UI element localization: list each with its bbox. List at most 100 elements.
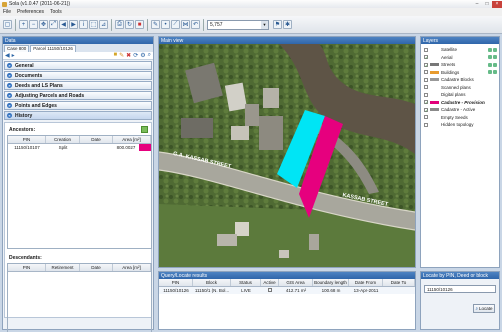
style-layer-icon[interactable] (493, 47, 497, 52)
edit-layer-icon[interactable] (488, 70, 492, 75)
locate-input[interactable]: 11150/10126 (424, 285, 496, 293)
pan-icon[interactable]: ✥ (39, 20, 48, 29)
column-header[interactable]: Date From (349, 279, 383, 286)
layer-item[interactable]: ✓ Cadastre - Active (421, 106, 499, 114)
edit-icon[interactable]: ✎ (119, 52, 124, 59)
column-header[interactable]: Date (80, 136, 113, 143)
layer-checkbox[interactable]: ✓ (424, 62, 428, 67)
section-points[interactable]: » Points and Edges (4, 101, 152, 110)
layer-checkbox[interactable] (424, 70, 428, 75)
tab-parcel[interactable]: Parcel 11150/10126 (30, 45, 76, 52)
chevron-down-icon[interactable]: ▼ (261, 20, 268, 29)
add-ancestor-icon[interactable] (141, 126, 148, 133)
maximize-button[interactable]: □ (482, 1, 492, 8)
map-canvas[interactable]: G.A. KASSAB STREET KASSAB STREET (159, 44, 415, 267)
identify-icon[interactable]: i (79, 20, 88, 29)
merge-icon[interactable]: ⋈ (181, 20, 190, 29)
tab-case[interactable]: Case 800 (4, 45, 30, 52)
section-deeds[interactable]: » Deeds and LS Plans (4, 81, 152, 90)
forward-icon[interactable]: ▸ (12, 52, 15, 59)
scale-select[interactable]: 5,757 ▼ (207, 19, 269, 30)
column-header[interactable]: Date To (383, 279, 415, 286)
column-header[interactable]: Boundary length (313, 279, 349, 286)
search-icon[interactable]: ⌕ (148, 52, 151, 59)
layer-checkbox[interactable] (424, 77, 428, 82)
layers-tool-icon[interactable]: ⚑ (273, 20, 282, 29)
column-header[interactable]: Creation (46, 136, 80, 143)
add-point-icon[interactable]: • (161, 20, 170, 29)
undo-icon[interactable]: ↶ (191, 20, 200, 29)
folder-icon[interactable]: ■ (114, 52, 118, 59)
style-layer-icon[interactable] (493, 62, 497, 67)
close-button[interactable]: × (492, 0, 502, 8)
locate-button[interactable]: ⌕ Locate (473, 304, 495, 313)
edit-layer-icon[interactable] (488, 62, 492, 67)
layer-item[interactable]: Scanned plans (421, 84, 499, 92)
layer-item[interactable]: Empty Seeds (421, 114, 499, 122)
layer-item[interactable]: Digital plans (421, 91, 499, 99)
settings-icon[interactable]: ⚙ (140, 52, 145, 59)
column-header[interactable]: PIN (8, 136, 46, 143)
refresh-icon[interactable]: ↻ (125, 20, 134, 29)
layer-checkbox[interactable] (424, 92, 428, 97)
column-header[interactable]: Area [m²] (113, 264, 151, 271)
table-row[interactable]: 11150/10126 11150/1 (N. Bol... LIVE 412.… (159, 287, 415, 294)
column-header[interactable]: Retirement (46, 264, 80, 271)
layer-item[interactable]: ✓ Cadastre - Provisional (421, 99, 499, 107)
layer-checkbox[interactable]: ✓ (424, 55, 428, 60)
menu-tools[interactable]: Tools (50, 9, 62, 15)
column-header[interactable]: Block (193, 279, 231, 286)
layer-item[interactable]: Cadastre Blocks (421, 76, 499, 84)
section-general[interactable]: » General (4, 61, 152, 70)
section-history[interactable]: «History (4, 111, 152, 120)
settings-tool-icon[interactable]: ✱ (283, 20, 292, 29)
column-header[interactable]: PIN (8, 264, 46, 271)
query-header: Query/Locate results (159, 272, 415, 279)
layer-checkbox[interactable] (424, 85, 428, 90)
section-label: General (15, 62, 34, 69)
column-header[interactable]: Status (231, 279, 261, 286)
zoom-next-icon[interactable]: ▶ (69, 20, 78, 29)
layer-checkbox[interactable] (424, 122, 428, 127)
column-header[interactable]: Date (80, 264, 113, 271)
zoom-previous-icon[interactable]: ◀ (59, 20, 68, 29)
layer-item[interactable]: Buildings (421, 69, 499, 77)
style-layer-icon[interactable] (493, 55, 497, 60)
column-header[interactable]: PIN (159, 279, 193, 286)
menu-file[interactable]: File (3, 9, 11, 15)
print-icon[interactable]: ⎙ (115, 20, 124, 29)
active-checkbox[interactable] (261, 287, 279, 294)
delete-icon[interactable]: ✖ (126, 52, 131, 59)
layer-item[interactable]: Satellite (421, 46, 499, 54)
refresh-icon[interactable]: ⟳ (133, 52, 138, 59)
edit-layer-icon[interactable] (488, 55, 492, 60)
locate-header: Locate by PIN, Deed or block (421, 272, 499, 279)
zoom-out-icon[interactable]: − (29, 20, 38, 29)
menu-preferences[interactable]: Preferences (17, 9, 44, 15)
column-header[interactable]: Active (261, 279, 279, 286)
edit-vertex-icon[interactable]: ✎ (151, 20, 160, 29)
split-icon[interactable]: ⟋ (171, 20, 180, 29)
layer-checkbox[interactable] (424, 47, 428, 52)
section-adjusting[interactable]: » Adjusting Parcels and Roads (4, 91, 152, 100)
layer-checkbox[interactable] (424, 115, 428, 120)
zoom-extent-icon[interactable]: ⤢ (49, 20, 58, 29)
layer-item[interactable]: Hidden topology (421, 121, 499, 129)
layer-checkbox[interactable]: ✓ (424, 100, 428, 105)
section-documents[interactable]: » Documents (4, 71, 152, 80)
table-row[interactable]: 11150/10107 Split 800.0027 (8, 144, 151, 151)
measure-icon[interactable]: ⊿ (99, 20, 108, 29)
select-icon[interactable]: ⬚ (89, 20, 98, 29)
back-icon[interactable]: ◀ (5, 52, 10, 59)
new-icon[interactable]: ▢ (3, 20, 12, 29)
layer-item[interactable]: ✓ Aerial (421, 54, 499, 62)
stop-icon[interactable]: ■ (135, 20, 144, 29)
style-layer-icon[interactable] (493, 70, 497, 75)
minimize-button[interactable]: – (472, 1, 482, 8)
column-header[interactable]: GIS Area (279, 279, 313, 286)
zoom-in-icon[interactable]: + (19, 20, 28, 29)
column-header[interactable]: Area [m²] (113, 136, 151, 143)
layer-item[interactable]: ✓ Streets (421, 61, 499, 69)
layer-checkbox[interactable]: ✓ (424, 107, 428, 112)
edit-layer-icon[interactable] (488, 47, 492, 52)
